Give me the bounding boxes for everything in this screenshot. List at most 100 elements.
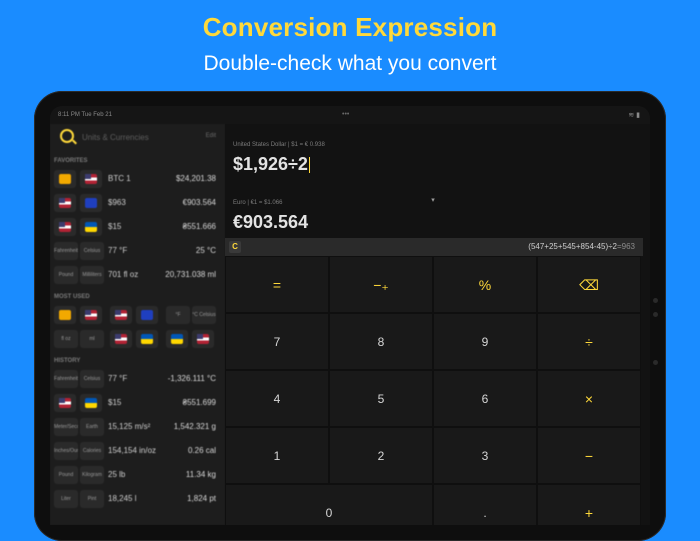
keypad: = −₊ % ⌫ 7 8 9 ÷ 4 5 6 × 1 2 3 − 0 . + — [225, 256, 643, 525]
target-value: €903.564 — [233, 212, 309, 232]
unit-label: Pound (US) — [54, 466, 78, 484]
source-input[interactable]: $1,926÷2 — [233, 154, 310, 175]
most-used-item[interactable] — [80, 306, 102, 324]
most-used-item[interactable] — [54, 306, 76, 324]
clear-button[interactable]: C — [229, 241, 241, 253]
list-item[interactable]: Fahrenheit Celsius 77 °F -1,326.111 °C — [54, 368, 220, 390]
section-most-used: MOST USED — [54, 294, 90, 300]
expression-bar: C (547+25+545+854-45)÷2=963 — [225, 238, 643, 256]
most-used-item[interactable] — [136, 306, 158, 324]
search-input[interactable]: Units & Currencies — [82, 133, 149, 142]
us-flag-icon — [59, 398, 71, 408]
key-0[interactable]: 0 — [225, 484, 433, 525]
us-flag-icon — [115, 310, 127, 320]
list-item[interactable]: BTC 1 $24,201.38 — [54, 168, 220, 190]
key-multiply[interactable]: × — [537, 370, 641, 427]
promo-headline: Conversion Expression — [202, 12, 498, 42]
key-divide[interactable]: ÷ — [537, 313, 641, 370]
unit-label: Inches/Ounce — [54, 442, 78, 460]
most-used-item[interactable]: °C Celsius — [192, 306, 216, 324]
list-item[interactable]: Liter Pint 18,245 l 1,824 pt — [54, 488, 220, 510]
unit-label: Earth Gravity — [80, 418, 104, 436]
key-1[interactable]: 1 — [225, 427, 329, 484]
key-plus-minus[interactable]: −₊ — [329, 256, 433, 313]
us-flag-icon — [59, 198, 71, 208]
most-used-item[interactable] — [110, 330, 132, 348]
ukraine-flag-icon — [141, 334, 153, 344]
bitcoin-icon — [59, 174, 71, 184]
search-bar[interactable]: Units & Currencies Edit — [56, 128, 220, 148]
to-value: 1,542.321 g — [173, 422, 216, 431]
key-minus[interactable]: − — [537, 427, 641, 484]
text-cursor — [308, 157, 310, 174]
key-percent[interactable]: % — [433, 256, 537, 313]
key-plus[interactable]: + — [537, 484, 641, 525]
key-4[interactable]: 4 — [225, 370, 329, 427]
battery-icon: ≋ ▮ — [628, 112, 640, 119]
from-value: 15,125 m/s² — [108, 422, 151, 431]
key-equals[interactable]: = — [225, 256, 329, 313]
unit-label: Fahrenheit — [54, 370, 78, 388]
key-2[interactable]: 2 — [329, 427, 433, 484]
key-7[interactable]: 7 — [225, 313, 329, 370]
search-icon — [60, 129, 74, 143]
to-value: ₴551.666 — [182, 222, 216, 231]
key-6[interactable]: 6 — [433, 370, 537, 427]
list-item[interactable]: $963 €903.564 — [54, 192, 220, 214]
most-used-item[interactable] — [136, 330, 158, 348]
most-used-item[interactable]: ml Milliliters — [80, 330, 104, 348]
list-item[interactable]: $15 ₴551.666 — [54, 216, 220, 238]
unit-label: Liter — [54, 490, 78, 508]
to-value: $24,201.38 — [175, 174, 216, 183]
most-used-item[interactable]: °F Fahrenheit — [166, 306, 190, 324]
edit-button[interactable]: Edit — [206, 133, 216, 139]
most-used-item[interactable] — [192, 330, 214, 348]
from-value: 18,245 l — [108, 494, 137, 503]
unit-label: Calories — [80, 442, 104, 460]
key-backspace[interactable]: ⌫ — [537, 256, 641, 313]
key-5[interactable]: 5 — [329, 370, 433, 427]
from-value: BTC 1 — [108, 174, 131, 183]
unit-label: Meter/Second² — [54, 418, 78, 436]
key-8[interactable]: 8 — [329, 313, 433, 370]
multitask-dots-icon[interactable]: ••• — [342, 111, 349, 118]
us-flag-icon — [197, 334, 209, 344]
key-decimal[interactable]: . — [433, 484, 537, 525]
side-dot — [653, 360, 658, 365]
side-dot — [653, 298, 658, 303]
most-used-item[interactable] — [166, 330, 188, 348]
to-value: 1,824 pt — [187, 494, 216, 503]
key-3[interactable]: 3 — [433, 427, 537, 484]
sidebar: Units & Currencies Edit FAVORITES BTC 1 … — [50, 124, 225, 525]
most-used-item[interactable]: fl oz — [54, 330, 78, 348]
list-item[interactable]: Meter/Second² Earth Gravity 15,125 m/s² … — [54, 416, 220, 438]
from-value: 77 °F — [108, 374, 128, 383]
us-flag-icon — [59, 222, 71, 232]
to-value: 0.26 cal — [187, 446, 216, 455]
from-value: $963 — [108, 198, 126, 207]
target-currency-label[interactable]: Euro | €1 = $1.066 — [233, 200, 282, 206]
most-used-item[interactable] — [110, 306, 132, 324]
status-time: 8:11 PM Tue Feb 21 — [58, 112, 112, 118]
bitcoin-icon — [59, 310, 71, 320]
unit-label: Pound Rocket (US) — [54, 266, 78, 284]
from-value: $15 — [108, 222, 122, 231]
list-item[interactable]: Inches/Ounce Calories 154,154 in/oz 0.26… — [54, 440, 220, 462]
source-currency-label[interactable]: United States Dollar | $1 = € 0.938 — [233, 142, 325, 148]
promo-subline: Double-check what you convert — [203, 52, 497, 75]
list-item[interactable]: Fahrenheit Celsius 77 °F 25 °C — [54, 240, 220, 262]
unit-label: Celsius — [80, 370, 104, 388]
list-item[interactable]: Pound (US) Kilogram 25 lb 11.34 kg — [54, 464, 220, 486]
from-value: $15 — [108, 398, 122, 407]
list-item[interactable]: Pound Rocket (US) Milliliters 701 fl oz … — [54, 264, 220, 286]
key-9[interactable]: 9 — [433, 313, 537, 370]
expression-text: (547+25+545+854-45)÷2=963 — [528, 242, 635, 251]
unit-label: Kilogram — [80, 466, 104, 484]
to-value: ₴551.699 — [182, 398, 216, 407]
chevron-down-icon[interactable]: ▾ — [428, 196, 438, 204]
us-flag-icon — [115, 334, 127, 344]
list-item[interactable]: $15 ₴551.699 — [54, 392, 220, 414]
from-value: 25 lb — [108, 470, 126, 479]
unit-label: Fahrenheit — [54, 242, 78, 260]
most-used-row: fl oz ml Milliliters — [54, 328, 220, 350]
